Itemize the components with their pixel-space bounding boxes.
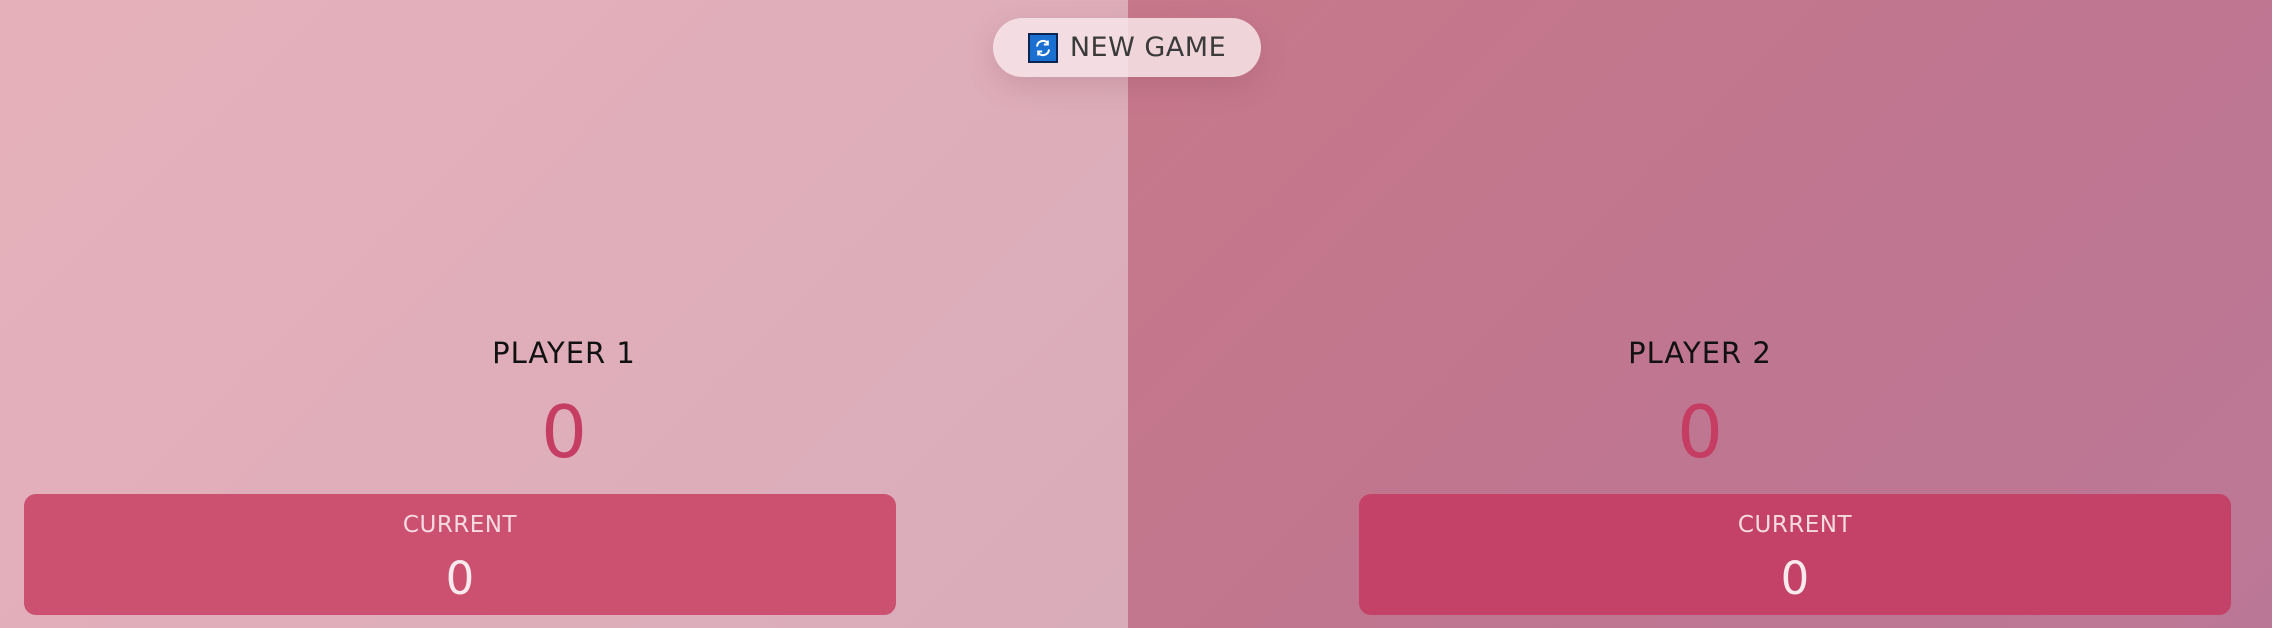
player-2-score: 0 — [1677, 390, 1723, 474]
player-1-score: 0 — [541, 390, 587, 474]
player-1-current-panel: CURRENT 0 — [24, 494, 896, 615]
new-game-button[interactable]: NEW GAME — [993, 18, 1261, 77]
player-2-current-label: CURRENT — [1737, 512, 1853, 538]
game-board: PLAYER 1 0 CURRENT 0 PLAYER 2 0 CURRENT … — [0, 0, 2272, 628]
player-2-current-panel: CURRENT 0 — [1359, 494, 2231, 615]
new-game-label: NEW GAME — [1069, 32, 1227, 63]
refresh-icon — [1027, 32, 1058, 63]
player-2-name: PLAYER 2 — [1628, 336, 1772, 370]
player-2-panel: PLAYER 2 0 CURRENT 0 — [1128, 0, 2272, 628]
player-1-current-label: CURRENT — [402, 512, 518, 538]
player-1-name: PLAYER 1 — [492, 336, 636, 370]
player-2-current-score: 0 — [1780, 552, 1810, 605]
player-1-panel: PLAYER 1 0 CURRENT 0 — [0, 0, 1128, 628]
player-1-current-score: 0 — [445, 552, 475, 605]
